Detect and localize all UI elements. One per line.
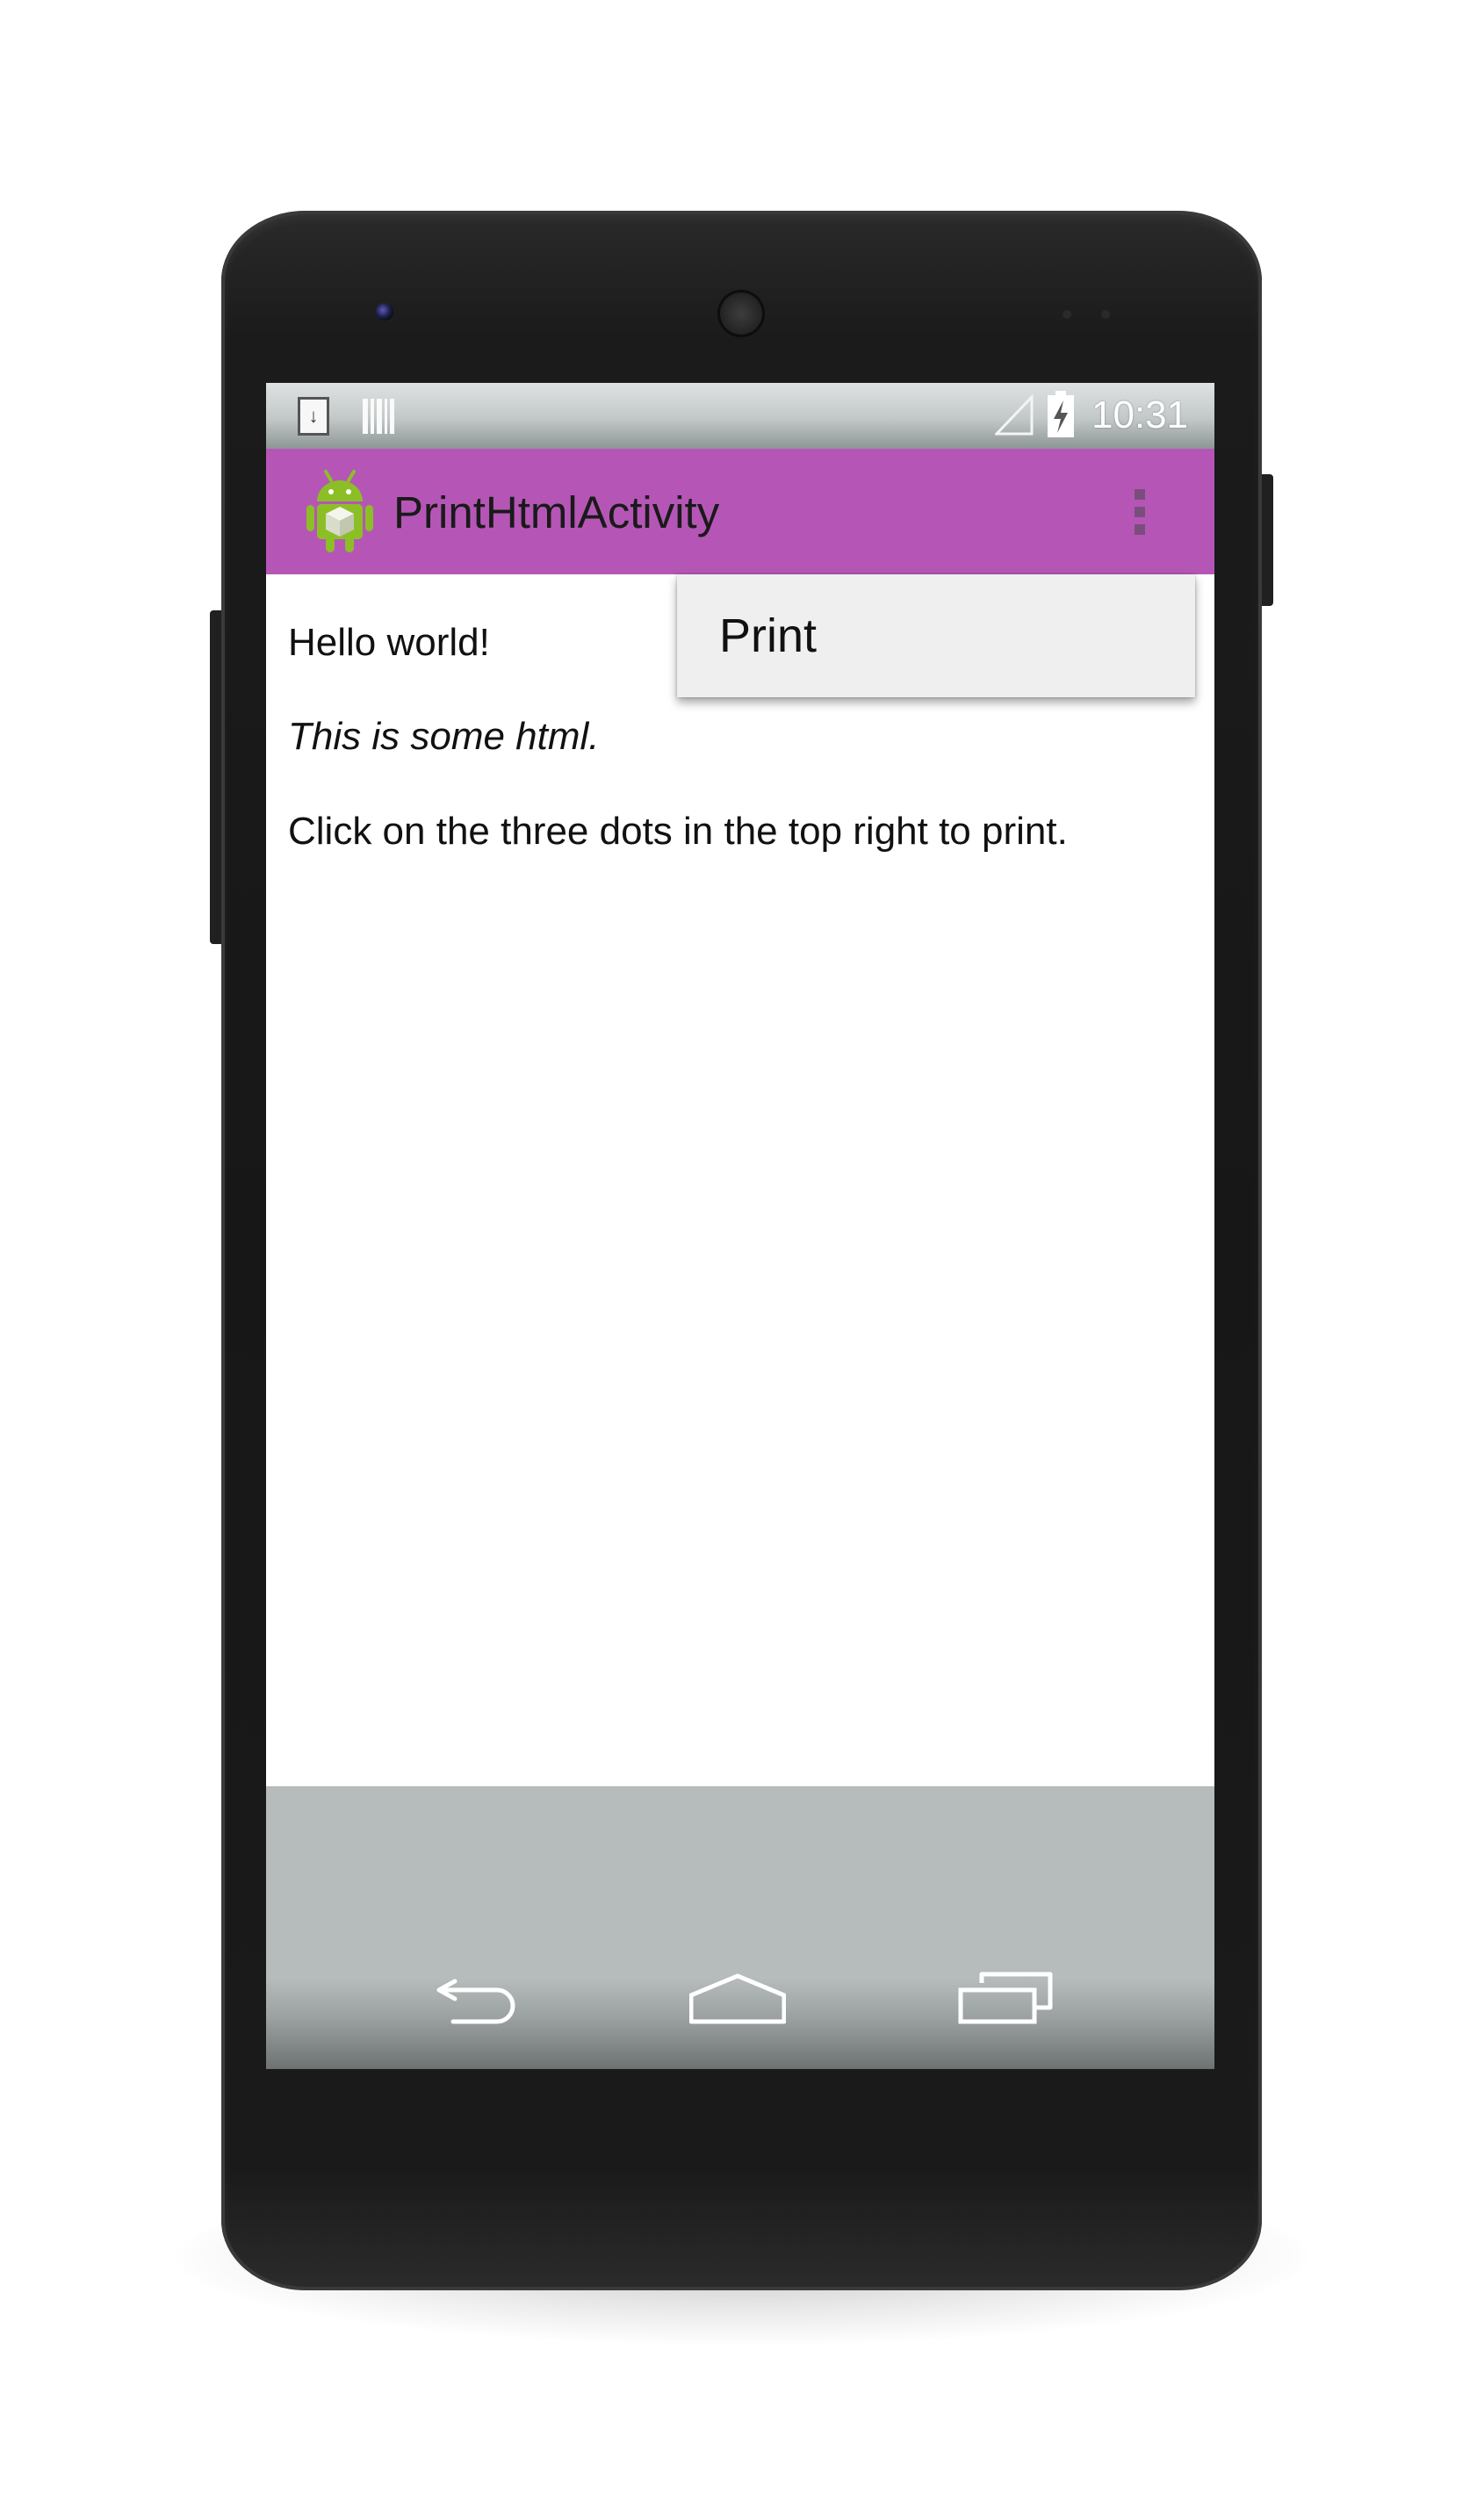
status-clock: 10:31 xyxy=(1091,393,1189,436)
volume-button xyxy=(210,610,222,944)
download-notification-icon: ↓ xyxy=(298,397,329,436)
content-line: Click on the three dots in the top right… xyxy=(288,810,1068,853)
content-line-italic: This is some html. xyxy=(288,715,600,758)
recent-apps-icon[interactable] xyxy=(957,1971,1054,2032)
signal-icon xyxy=(995,393,1034,436)
overflow-menu-button[interactable] xyxy=(1122,479,1157,545)
three-dots-vertical-icon-dot xyxy=(1135,507,1145,517)
proximity-sensor xyxy=(1063,310,1071,319)
home-icon[interactable] xyxy=(689,1971,786,2032)
front-camera xyxy=(376,303,393,321)
webview-content: Hello world! This is some html. Click on… xyxy=(266,574,1214,1786)
three-dots-vertical-icon xyxy=(1135,489,1145,500)
barcode-notification-icon xyxy=(363,399,394,434)
status-bar: ↓ 10:31 xyxy=(266,383,1214,449)
overflow-popup-menu: Print xyxy=(677,574,1195,697)
app-title: PrintHtmlActivity xyxy=(393,487,720,537)
light-sensor xyxy=(1101,310,1110,319)
earpiece-speaker xyxy=(717,290,765,337)
content-line: Hello world! xyxy=(288,621,490,664)
power-button xyxy=(1261,474,1273,606)
battery-charging-icon xyxy=(1048,391,1074,437)
three-dots-vertical-icon-dot xyxy=(1135,524,1145,535)
android-robot-icon xyxy=(306,470,373,552)
menu-item-print[interactable]: Print xyxy=(677,574,1195,697)
action-bar: PrintHtmlActivity xyxy=(266,449,1214,574)
device-screen: ↓ 10:31 PrintHtmlActivity Hello world! T… xyxy=(266,383,1214,2069)
navigation-bar xyxy=(266,1786,1214,2069)
back-icon[interactable] xyxy=(429,1971,525,2032)
